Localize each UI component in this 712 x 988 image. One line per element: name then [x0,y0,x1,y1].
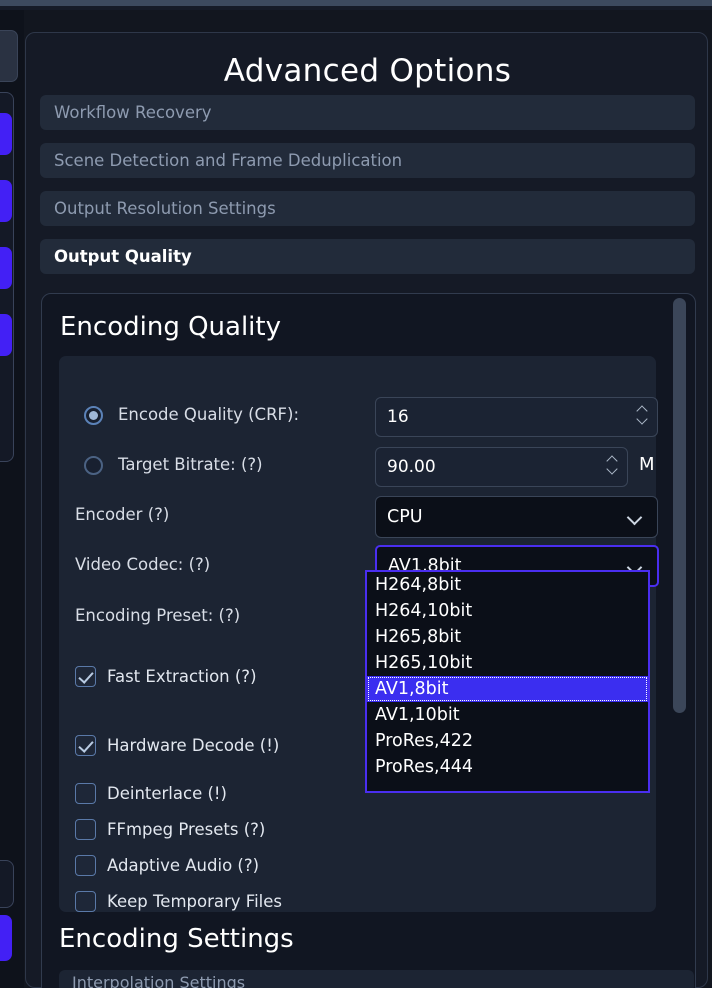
checkbox-label: Keep Temporary Files [107,892,282,911]
bitrate-stepper[interactable] [607,456,618,473]
checkbox-deinterlace[interactable] [75,783,96,804]
sidebar-item-4[interactable] [0,314,12,356]
checkbox-adaptive-audio[interactable] [75,855,96,876]
accordion-label: Output Quality [54,247,192,266]
accordion-label: Output Resolution Settings [54,199,276,218]
bitrate-spinbox[interactable]: 90.00 [375,447,628,487]
option-h264-10bit[interactable]: H264,10bit [367,598,648,624]
label-encoding-preset: Encoding Preset: (?) [75,606,240,625]
sidebar-item-3[interactable] [0,247,12,289]
app-window: Advanced Options Workflow Recovery Scene… [0,0,712,988]
sidebar-item-1[interactable] [0,113,12,155]
label-target-bitrate: Target Bitrate: (?) [118,455,263,474]
checkbox-label: Adaptive Audio (?) [107,856,259,875]
label-encoder: Encoder (?) [75,505,169,524]
option-h265-10bit[interactable]: H265,10bit [367,650,648,676]
checkbox-row-ffmpeg-presets[interactable]: FFmpeg Presets (?) [75,819,265,840]
scrollbar-thumb[interactable] [673,298,686,713]
label-encode-quality-crf: Encode Quality (CRF): [118,405,299,424]
encoding-settings-heading: Encoding Settings [59,924,294,954]
option-h264-8bit[interactable]: H264,8bit [367,572,648,598]
checkbox-label: Fast Extraction (?) [107,667,257,686]
encoder-dropdown[interactable]: CPU [375,496,658,538]
checkbox-label: Hardware Decode (!) [107,736,279,755]
sidebar-item-2[interactable] [0,180,12,222]
page-title: Advanced Options [26,53,709,89]
advanced-options-panel: Advanced Options Workflow Recovery Scene… [25,32,708,988]
vertical-scrollbar[interactable] [673,298,686,986]
radio-target-bitrate[interactable] [84,456,103,475]
checkbox-hardware-decode[interactable] [75,735,96,756]
checkbox-label: Deinterlace (!) [107,784,227,803]
chevron-up-icon[interactable] [637,406,648,413]
accordion-workflow-recovery[interactable]: Workflow Recovery [40,95,695,130]
left-sidebar [0,10,24,988]
accordion-label: Workflow Recovery [54,103,212,122]
sidebar-card-top[interactable] [0,30,18,82]
crf-value: 16 [376,407,409,427]
chevron-down-icon[interactable] [637,416,648,423]
option-prores-444[interactable]: ProRes,444 [367,754,648,780]
interpolation-settings-label: Interpolation Settings [72,973,245,988]
checkbox-label: FFmpeg Presets (?) [107,820,265,839]
accordion-scene-detection[interactable]: Scene Detection and Frame Deduplication [40,143,695,178]
checkbox-row-keep-temp-files[interactable]: Keep Temporary Files [75,891,282,912]
checkbox-row-deinterlace[interactable]: Deinterlace (!) [75,783,227,804]
chevron-down-icon[interactable] [629,512,643,521]
window-top-shadow [0,6,712,10]
accordion-label: Scene Detection and Frame Deduplication [54,151,402,170]
sidebar-item-5[interactable] [0,915,12,961]
chevron-up-icon[interactable] [607,456,618,463]
encoder-value: CPU [376,507,423,527]
sidebar-outline-bottom [0,860,14,908]
checkbox-fast-extraction[interactable] [75,666,96,687]
checkbox-row-fast-extraction[interactable]: Fast Extraction (?) [75,666,257,687]
radio-encode-quality-crf[interactable] [84,406,103,425]
crf-stepper[interactable] [637,406,648,423]
option-av1-8bit[interactable]: AV1,8bit [367,676,648,702]
encoding-quality-heading: Encoding Quality [60,312,281,342]
option-av1-10bit[interactable]: AV1,10bit [367,702,648,728]
checkbox-row-adaptive-audio[interactable]: Adaptive Audio (?) [75,855,259,876]
accordion-output-quality[interactable]: Output Quality [40,239,695,274]
option-h265-8bit[interactable]: H265,8bit [367,624,648,650]
accordion-output-resolution[interactable]: Output Resolution Settings [40,191,695,226]
option-prores-422[interactable]: ProRes,422 [367,728,648,754]
checkbox-row-hardware-decode[interactable]: Hardware Decode (!) [75,735,279,756]
video-codec-option-list[interactable]: H264,8bit H264,10bit H265,8bit H265,10bi… [365,570,650,793]
bitrate-unit-label: M [639,454,655,475]
interpolation-settings-row[interactable]: Interpolation Settings [59,970,694,988]
label-video-codec: Video Codec: (?) [75,555,210,574]
checkbox-keep-temp-files[interactable] [75,891,96,912]
crf-spinbox[interactable]: 16 [375,397,658,437]
checkbox-ffmpeg-presets[interactable] [75,819,96,840]
chevron-down-icon[interactable] [607,466,618,473]
bitrate-value: 90.00 [376,457,436,477]
